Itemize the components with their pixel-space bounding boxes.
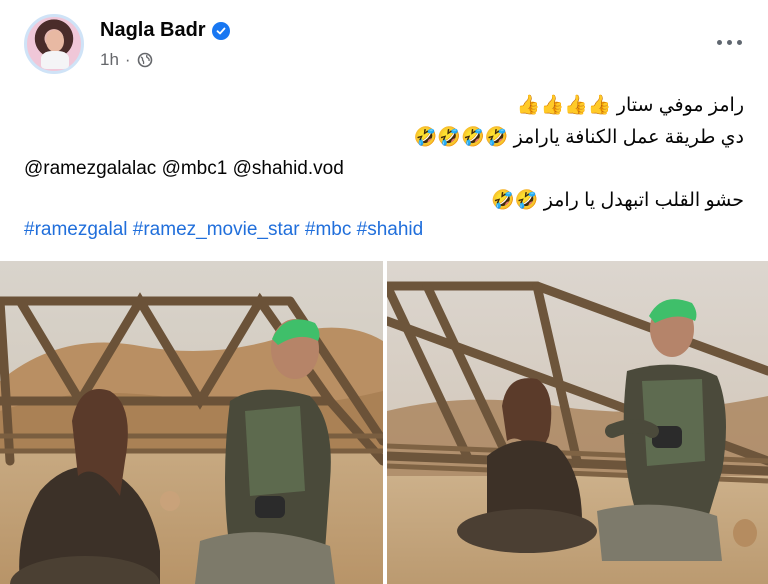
hashtag-ramezgalal[interactable]: #ramezgalal bbox=[24, 219, 128, 240]
hashtag-mbc[interactable]: #mbc bbox=[305, 219, 351, 240]
post-text-line-2: دي طريقة عمل الكنافة يارامز 🤣🤣🤣🤣 bbox=[413, 127, 744, 148]
post-meta: 1h · bbox=[100, 50, 153, 70]
author-avatar[interactable] bbox=[24, 14, 84, 74]
hashtag-row: #ramezgalal #ramez_movie_star #mbc #shah… bbox=[24, 218, 423, 242]
hashtag-shahid[interactable]: #shahid bbox=[357, 219, 424, 240]
more-dot bbox=[726, 39, 732, 45]
hashtag-ramez-movie-star[interactable]: #ramez_movie_star bbox=[133, 219, 300, 240]
post-photo-left[interactable] bbox=[0, 261, 383, 584]
post-text-line-1: رامز موفي ستار 👍👍👍👍 bbox=[516, 95, 744, 116]
globe-icon[interactable] bbox=[137, 52, 153, 68]
post-photo-right[interactable] bbox=[387, 261, 768, 584]
avatar-face bbox=[46, 30, 64, 52]
author-row: Nagla Badr bbox=[100, 19, 230, 42]
post-timestamp[interactable]: 1h bbox=[100, 50, 119, 70]
avatar-body bbox=[41, 51, 69, 69]
meta-separator: · bbox=[124, 50, 131, 69]
more-options-icon[interactable] bbox=[714, 34, 744, 50]
photo-scene-right bbox=[387, 261, 768, 584]
post-mentions[interactable]: @ramezgalalac @mbc1 @shahid.vod bbox=[24, 157, 344, 181]
post-text-line-4: حشو القلب اتبهدل يا رامز 🤣🤣 bbox=[491, 190, 744, 211]
facebook-post: Nagla Badr 1h · رامز موفي ستار 👍👍👍👍 دي ط… bbox=[0, 0, 768, 584]
photo-scene-left bbox=[0, 261, 383, 584]
verified-badge-icon bbox=[211, 21, 230, 40]
more-dot bbox=[716, 39, 722, 45]
more-dot bbox=[736, 39, 742, 45]
author-name[interactable]: Nagla Badr bbox=[100, 19, 206, 42]
